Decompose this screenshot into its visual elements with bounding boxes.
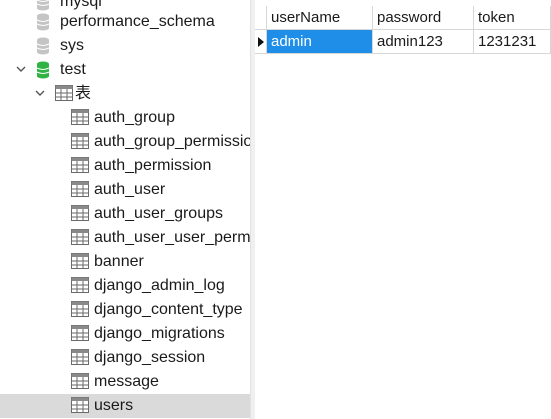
table-folder-icon — [55, 85, 73, 103]
current-row-arrow-icon — [258, 37, 264, 47]
tree-item-label: banner — [94, 253, 144, 270]
tree-item-label: users — [94, 397, 134, 414]
tree-item-table[interactable]: auth_group_permissio — [0, 130, 250, 154]
data-grid: userName password token admin admin123 1… — [255, 0, 551, 419]
tree-item-table[interactable]: django_content_type — [0, 298, 250, 322]
table-icon — [71, 205, 89, 223]
tree-item-test[interactable]: test — [0, 58, 250, 82]
tree-item-label: performance_schema — [60, 13, 215, 30]
chevron-down-icon[interactable] — [33, 86, 47, 100]
column-header-password[interactable]: password — [373, 6, 474, 30]
tree-item-label: sys — [60, 37, 84, 54]
tree-item-label: message — [94, 373, 159, 390]
tree-item-label: django_migrations — [94, 325, 225, 342]
tree-item-table[interactable]: users — [0, 394, 250, 418]
table-icon — [71, 157, 89, 175]
cell-password[interactable]: admin123 — [373, 30, 474, 54]
tree-item-table[interactable]: auth_permission — [0, 154, 250, 178]
database-open-icon — [36, 61, 54, 79]
row-header-corner — [255, 6, 267, 30]
tree-item-label: 表 — [75, 85, 92, 102]
tree-item-label: auth_user — [94, 181, 166, 198]
tree-item-performance-schema[interactable]: performance_schema — [0, 10, 250, 34]
tree-item-label: django_admin_log — [94, 277, 225, 294]
table-icon — [71, 253, 89, 271]
tree-item-sys[interactable]: sys — [0, 34, 250, 58]
table-icon — [71, 349, 89, 367]
tree-item-table[interactable]: auth_user_user_permi — [0, 226, 250, 250]
grid-header-row: userName password token — [255, 6, 551, 30]
table-icon — [71, 397, 89, 415]
column-header-token[interactable]: token — [474, 6, 551, 30]
row-indicator[interactable] — [255, 30, 267, 54]
tree-item-table[interactable]: django_session — [0, 346, 250, 370]
table-icon — [71, 325, 89, 343]
chevron-down-icon[interactable] — [14, 62, 28, 76]
tree-item-table[interactable]: auth_user — [0, 178, 250, 202]
navigator-tree: mysql performance_schema sys test 表 auth… — [0, 0, 250, 419]
tree-item-label: test — [60, 61, 86, 78]
database-icon — [36, 37, 54, 55]
cell-username[interactable]: admin — [267, 30, 373, 54]
tree-item-label: auth_user_user_permi — [94, 229, 250, 246]
column-header-username[interactable]: userName — [267, 6, 373, 30]
database-icon — [36, 13, 54, 31]
tree-item-table[interactable]: auth_group — [0, 106, 250, 130]
tree-item-label: auth_permission — [94, 157, 212, 174]
table-icon — [71, 181, 89, 199]
table-icon — [71, 229, 89, 247]
table-icon — [71, 277, 89, 295]
tree-item-table[interactable]: auth_user_groups — [0, 202, 250, 226]
cell-token[interactable]: 1231231 — [474, 30, 551, 54]
tree-item-label: auth_group — [94, 109, 175, 126]
tree-item-label: auth_user_groups — [94, 205, 223, 222]
table-icon — [71, 373, 89, 391]
tree-item-table[interactable]: message — [0, 370, 250, 394]
table-row[interactable]: admin admin123 1231231 — [255, 30, 551, 54]
table-icon — [71, 133, 89, 151]
tree-item-label: auth_group_permissio — [94, 133, 250, 150]
table-icon — [71, 109, 89, 127]
table-icon — [71, 301, 89, 319]
tree-item-tables-folder[interactable]: 表 — [0, 82, 250, 106]
tree-item-table[interactable]: django_admin_log — [0, 274, 250, 298]
tree-item-table[interactable]: django_migrations — [0, 322, 250, 346]
tree-item-label: django_content_type — [94, 301, 243, 318]
tree-item-table[interactable]: banner — [0, 250, 250, 274]
tree-item-label: django_session — [94, 349, 206, 366]
